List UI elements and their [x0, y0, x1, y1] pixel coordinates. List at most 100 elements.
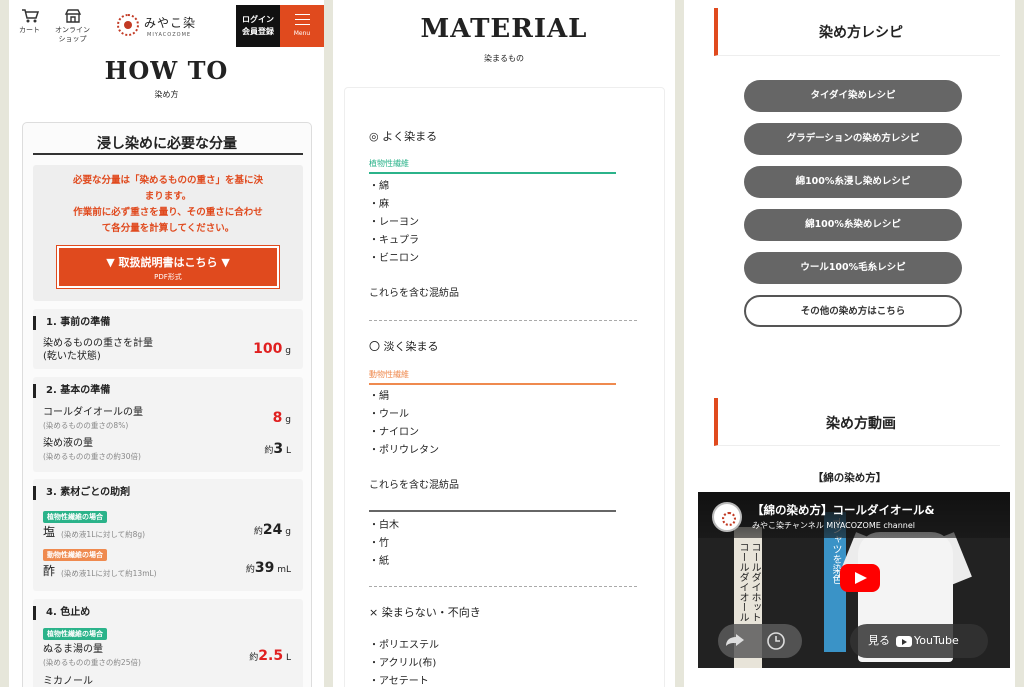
howto-panel: カート オンライン ショップ みやこ染 MIYACOZOME ログイン 会員登録… [9, 0, 324, 687]
row-note: (染め液1Lに対して約13mL) [61, 569, 157, 578]
material-item: ・竹 [369, 538, 389, 549]
shop-label-1: オンライン [55, 26, 90, 34]
channel-avatar-icon[interactable] [712, 502, 742, 532]
row-value: 約3 L [264, 441, 291, 457]
divider [369, 510, 616, 512]
material-item: ・レーヨン [369, 217, 419, 228]
material-card [344, 87, 665, 687]
play-button-icon[interactable] [840, 564, 880, 592]
notice-line-2: まります。 [144, 191, 192, 202]
video-title[interactable]: 【綿の染め方】コールダイオール& [752, 502, 935, 518]
thumbnail-text: コールダイオール [737, 542, 748, 622]
pdf-button-label: ▼ 取扱説明書はこちら ▼ [106, 256, 230, 269]
logo-text: みやこ染 [144, 16, 197, 30]
register-label: 会員登録 [242, 27, 274, 36]
recipe-button-cotton-immersion[interactable]: 綿100%糸浸し染めレシピ [744, 166, 962, 198]
value-unit: L [285, 446, 291, 456]
cart-icon [21, 9, 39, 23]
notice-line-1: 必要な分量は「染めるものの重さ」を基に決 [72, 175, 263, 186]
section-heading: 2. 基本の準備 [33, 384, 110, 398]
logo-subtext: MIYACOZOME [147, 32, 192, 38]
plant-fiber-badge: 植物性繊維の場合 [43, 628, 107, 640]
recipe-button-tiedye[interactable]: タイダイ染めレシピ [744, 80, 962, 112]
other-recipes-button[interactable]: その他の染め方はこちら [744, 295, 962, 327]
material-item: ・紙 [369, 556, 389, 567]
material-item: ・ビニロン [369, 253, 419, 264]
row-note: (染めるものの重さの8%) [43, 421, 129, 430]
value-unit: g [285, 527, 291, 537]
shop-label-2: ショップ [58, 35, 87, 43]
material-item: ・麻 [369, 199, 389, 210]
youtube-video-embed[interactable]: コールダイホット コールダイオール Tシャツを染色 【綿の染め方】コールダイオー… [698, 492, 1010, 668]
quantity-card: 浸し染めに必要な分量 必要な分量は「染めるものの重さ」を基に決 まります。 作業… [22, 122, 312, 687]
value-prefix: 約 [264, 446, 274, 456]
material-item: ・ポリウレタン [369, 445, 439, 456]
recipe-button-gradation[interactable]: グラデーションの染め方レシピ [744, 123, 962, 155]
youtube-label: YouTube [914, 634, 959, 647]
value-number: 100 [253, 341, 283, 357]
notice-line-4: て各分量を計算してください。 [101, 223, 235, 234]
thumbnail-text: コールダイホット [749, 542, 760, 622]
row-note: (染め液1Lに対して約8g) [61, 530, 146, 539]
row-value: 約24 g [254, 522, 291, 538]
value-unit: mL [277, 565, 291, 575]
row-label: 酢 [43, 564, 56, 578]
animal-fiber-badge: 動物性繊維の場合 [43, 549, 107, 561]
section-heading: 4. 色止め [33, 606, 90, 620]
value-prefix: 約 [253, 527, 263, 537]
material-item: ・アセテート [369, 676, 429, 687]
video-subtitle: 【綿の染め方】 [812, 472, 887, 484]
value-unit: g [285, 346, 291, 356]
light-dye-heading: 〇 淡く染まる [369, 340, 439, 353]
login-button[interactable]: ログイン 会員登録 [236, 5, 280, 47]
value-unit: g [285, 415, 291, 425]
page-title: HOW TO [104, 56, 229, 85]
menu-label: Menu [293, 30, 311, 37]
site-logo[interactable]: みやこ染 MIYACOZOME [117, 12, 199, 42]
material-title: MATERIAL [420, 14, 588, 44]
row-note: (染めるものの重さの約25倍) [43, 658, 141, 667]
recipe-button-cotton-yarn[interactable]: 綿100%糸染めレシピ [744, 209, 962, 241]
plant-fiber-badge: 植物性繊維の場合 [43, 511, 107, 523]
row-value: 8 g [273, 410, 291, 426]
value-prefix: 約 [245, 565, 255, 575]
watch-on-youtube-button[interactable]: 見る YouTube [850, 624, 988, 658]
online-shop-link[interactable]: オンライン ショップ [55, 8, 90, 44]
good-dye-heading: ◎ よく染まる [369, 130, 438, 143]
cart-label: カート [19, 26, 40, 34]
login-label: ログイン [242, 15, 274, 24]
recipe-button-wool-yarn[interactable]: ウール100%毛糸レシピ [744, 252, 962, 284]
not-dye-heading: × 染まらない・不向き [369, 606, 481, 619]
share-watchlater-controls[interactable] [718, 624, 802, 658]
manual-pdf-button[interactable]: ▼ 取扱説明書はこちら ▼ PDF形式 [56, 245, 280, 289]
notice-box: 必要な分量は「染めるものの重さ」を基に決 まります。 作業前に必ず重さを量り、そ… [33, 165, 303, 301]
youtube-logo-icon [896, 635, 912, 647]
watch-label: 見る [868, 634, 890, 647]
recipes-panel: 染め方レシピ タイダイ染めレシピ グラデーションの染め方レシピ 綿100%糸浸し… [684, 0, 1015, 687]
cart-link[interactable]: カート [19, 8, 40, 35]
recipes-heading: 染め方レシピ [819, 25, 903, 41]
row-value: 約2.5 L [249, 648, 291, 664]
value-number: 39 [254, 560, 275, 576]
menu-button[interactable]: Menu [280, 5, 324, 47]
channel-name[interactable]: みやこ染チャンネル MIYACOZOME channel [752, 520, 915, 531]
material-subtitle: 染まるもの [484, 54, 524, 63]
card-divider [33, 153, 303, 155]
row-label: ぬるま湯の量 [43, 644, 103, 655]
material-item: ・ポリエステル [369, 640, 439, 651]
row-label: 染め液の量 [43, 438, 93, 449]
plant-fiber-label: 植物性繊維 [369, 158, 616, 174]
section-auxiliary: 3. 素材ごとの助剤 植物性繊維の場合 塩 (染め液1Lに対して約8g) 約24… [33, 479, 303, 591]
row-label: 染めるものの重さを計量 [43, 338, 153, 349]
blend-label: これらを含む混紡品 [369, 480, 459, 491]
card-title: 浸し染めに必要な分量 [97, 136, 237, 152]
notice-line-3: 作業前に必ず重さを量り、その重さに合わせ [73, 207, 263, 218]
row-label: コールダイオールの量 [43, 407, 143, 418]
site-header: カート オンライン ショップ みやこ染 MIYACOZOME ログイン 会員登録… [9, 0, 324, 50]
row-label: 塩 [43, 525, 56, 539]
row-note: (染めるものの重さの約30倍) [43, 452, 141, 461]
value-number: 24 [262, 522, 283, 538]
share-clock-icon [726, 632, 785, 650]
hamburger-icon [294, 14, 310, 25]
logo-mark-icon [117, 14, 139, 36]
